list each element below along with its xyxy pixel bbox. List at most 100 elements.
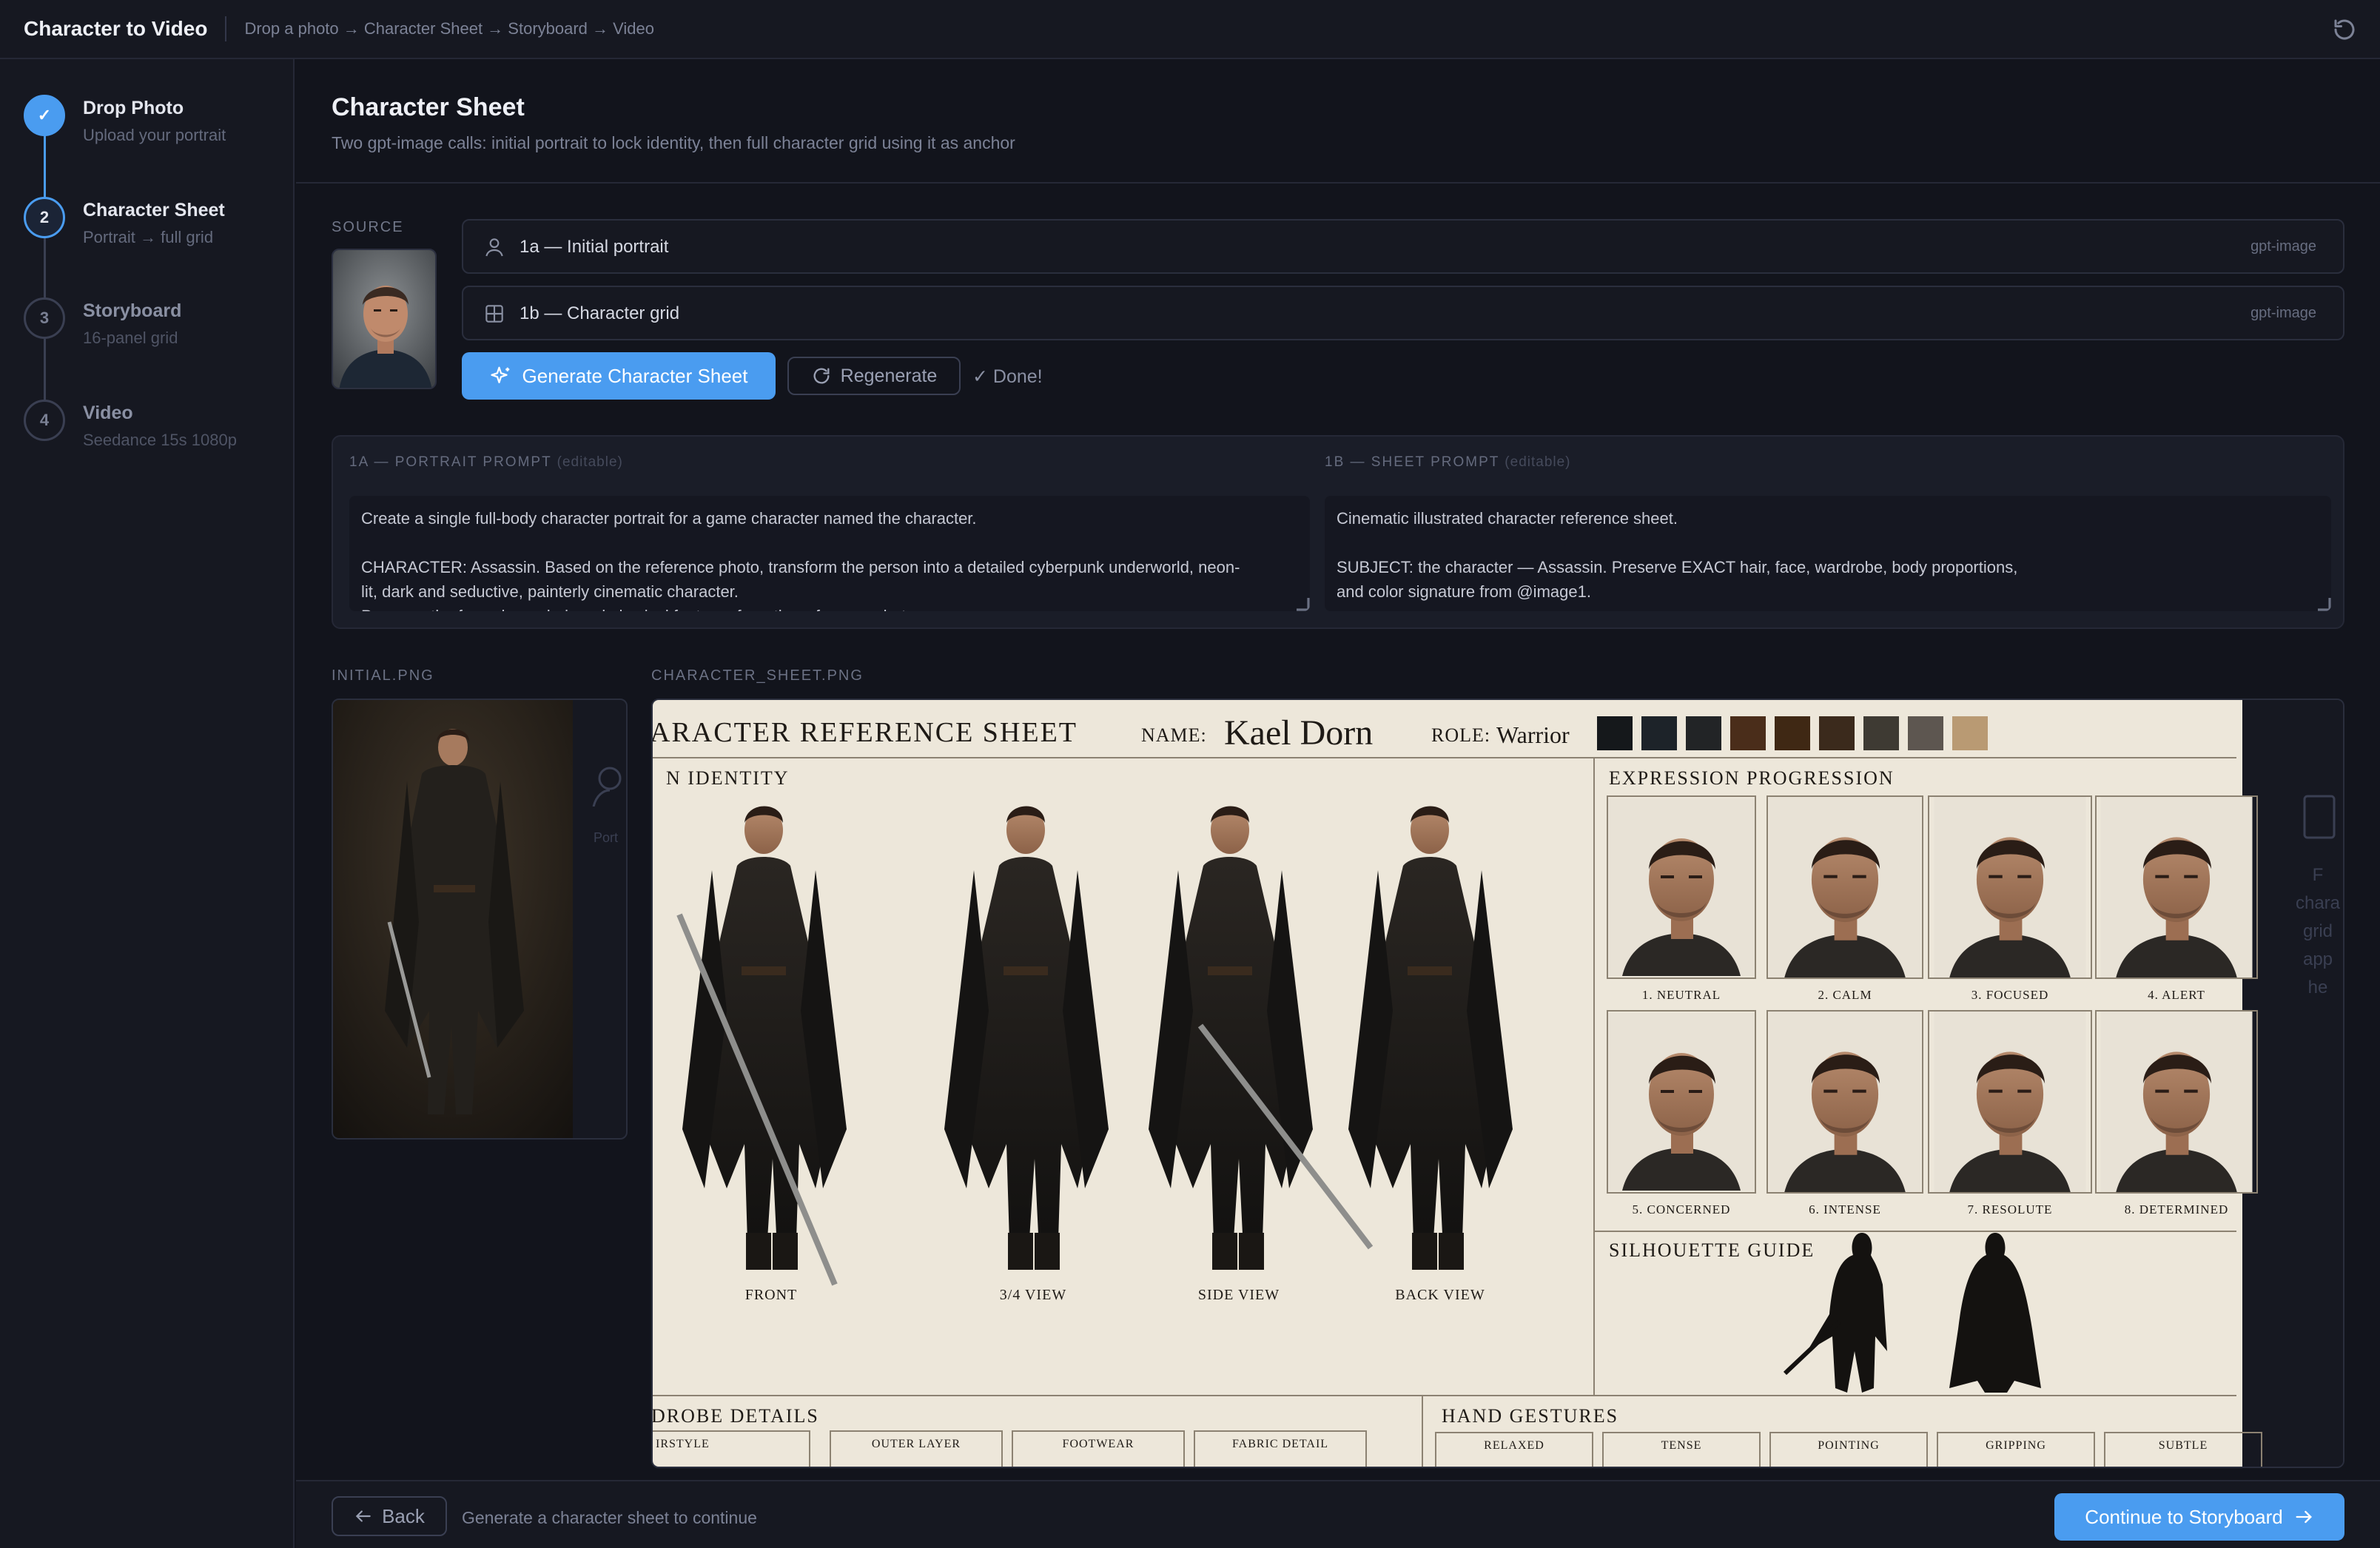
wardrobe-label: FABRIC DETAIL	[1232, 1438, 1328, 1450]
expression-label: 6. INTENSE	[1809, 1202, 1881, 1216]
initial-image-label: INITIAL.PNG	[332, 667, 434, 684]
generation-label: 1b — Character grid	[520, 303, 680, 323]
step-drop-photo[interactable]: ✓ Drop Photo Upload your portrait	[0, 95, 295, 184]
character-sheet-panel[interactable]: ARACTER REFERENCE SHEET NAME: Kael Dorn …	[651, 699, 2344, 1468]
identity-title: N IDENTITY	[666, 767, 790, 789]
expression-portrait	[1769, 1011, 1921, 1193]
app-title: Character to Video	[24, 17, 208, 40]
placeholder-text: Port	[594, 830, 619, 845]
resize-handle-icon[interactable]	[1292, 593, 1310, 611]
step-subtitle: Seedance 15s 1080p	[83, 431, 237, 449]
step-character-sheet[interactable]: 2 Character Sheet Portrait → full grid	[0, 197, 295, 286]
user-icon	[485, 238, 503, 257]
model-badge: gpt-image	[2250, 238, 2316, 255]
expression-portrait	[1769, 796, 1921, 978]
sheet-prompt-panel: 1B — SHEET PROMPT (editable) Cinematic i…	[1308, 437, 2344, 630]
gesture-label: GRIPPING	[1986, 1439, 2046, 1452]
expression-label: 1. NEUTRAL	[1642, 988, 1721, 1002]
portrait-prompt-text: Create a single full-body character port…	[361, 509, 1240, 611]
step-video[interactable]: 4 Video Seedance 15s 1080p	[0, 400, 295, 488]
view-label: SIDE VIEW	[1198, 1287, 1280, 1303]
color-swatch	[1641, 716, 1677, 750]
breadcrumb: Drop a photo → Character Sheet → Storybo…	[244, 19, 655, 38]
back-button-label: Back	[382, 1504, 425, 1527]
editable-tag: (editable)	[557, 454, 623, 470]
gestures-title: HAND GESTURES	[1442, 1405, 1618, 1427]
initial-portrait-image	[333, 700, 573, 1138]
character-sheet-image: ARACTER REFERENCE SHEET NAME: Kael Dorn …	[653, 700, 2343, 1467]
placeholder-text: he	[2308, 977, 2328, 997]
continue-button-label: Continue to Storyboard	[2085, 1505, 2283, 1528]
source-photo-thumbnail[interactable]	[332, 249, 437, 389]
portrait-prompt-panel: 1A — PORTRAIT PROMPT (editable) Create a…	[333, 437, 1322, 630]
sheet-prompt-textarea[interactable]: Cinematic illustrated character referenc…	[1325, 496, 2331, 611]
sparkle-icon	[490, 366, 509, 383]
expression-label: 8. DETERMINED	[2125, 1202, 2228, 1216]
gesture-label: POINTING	[1818, 1439, 1880, 1452]
gesture-label: RELAXED	[1484, 1439, 1544, 1452]
color-swatches	[1597, 716, 1988, 750]
arrow-left-icon	[355, 1510, 371, 1522]
color-swatch	[1686, 716, 1721, 750]
wardrobe-title: DROBE DETAILS	[653, 1405, 819, 1427]
generate-character-sheet-button[interactable]: Generate Character Sheet	[462, 352, 776, 400]
editable-tag: (editable)	[1505, 454, 1571, 470]
expression-portrait	[1607, 798, 1755, 976]
step-number: 4	[24, 400, 65, 441]
placeholder-text: chara	[2296, 893, 2341, 913]
step-storyboard[interactable]: 3 Storyboard 16-panel grid	[0, 297, 295, 386]
sheet-name-label: NAME:	[1141, 724, 1207, 746]
generation-label: 1a — Initial portrait	[520, 237, 669, 257]
prompt-label-text: 1A — PORTRAIT PROMPT	[349, 454, 552, 470]
color-swatch	[1775, 716, 1810, 750]
step-sidebar: ✓ Drop Photo Upload your portrait 2 Char…	[0, 59, 295, 1548]
arrow-right-icon	[2296, 1510, 2312, 1524]
wardrobe-label: IRSTYLE	[656, 1438, 710, 1450]
step-subtitle: Upload your portrait	[83, 126, 226, 144]
generation-row-grid: 1b — Character grid gpt-image	[462, 286, 2344, 340]
main-panel: Character Sheet Two gpt-image calls: ini…	[296, 59, 2380, 1548]
prompt-label-text: 1B — SHEET PROMPT	[1325, 454, 1500, 470]
user-icon	[592, 767, 622, 807]
title-divider	[225, 16, 227, 41]
page-subtitle: Two gpt-image calls: initial portrait to…	[332, 133, 1015, 152]
step-subtitle: Portrait → full grid	[83, 228, 214, 246]
color-swatch	[1597, 716, 1633, 750]
color-swatch	[1730, 716, 1766, 750]
sheet-prompt-label: 1B — SHEET PROMPT (editable)	[1325, 454, 1571, 471]
page-header: Character Sheet Two gpt-image calls: ini…	[296, 59, 2380, 184]
sheet-role-label: ROLE:	[1431, 724, 1490, 746]
step-title: Character Sheet	[83, 200, 225, 221]
portrait-prompt-label: 1A — PORTRAIT PROMPT (editable)	[349, 454, 623, 471]
expression-label: 3. FOCUSED	[1971, 988, 2048, 1002]
expression-label: 4. ALERT	[2148, 988, 2205, 1002]
expression-portrait	[2100, 796, 2253, 978]
resize-handle-icon[interactable]	[2313, 593, 2331, 611]
sheet-image-label: CHARACTER_SHEET.PNG	[651, 667, 864, 684]
continue-to-storyboard-button[interactable]: Continue to Storyboard	[2054, 1493, 2344, 1541]
gesture-label: SUBTLE	[2159, 1439, 2208, 1452]
regenerate-button[interactable]: Regenerate	[787, 357, 961, 395]
initial-image-panel[interactable]: Port	[332, 699, 628, 1140]
wardrobe-label: OUTER LAYER	[872, 1438, 961, 1450]
portrait-prompt-textarea[interactable]: Create a single full-body character port…	[349, 496, 1310, 611]
footer-bar: Back Generate a character sheet to conti…	[296, 1480, 2380, 1548]
reset-icon[interactable]	[2331, 16, 2358, 43]
source-label: SOURCE	[332, 219, 404, 235]
sheet-prompt-text: Cinematic illustrated character referenc…	[1337, 509, 2018, 601]
expression-label: 2. CALM	[1818, 988, 1872, 1002]
expression-portrait	[2100, 1011, 2253, 1193]
portrait-image	[333, 250, 435, 388]
regenerate-button-label: Regenerate	[840, 365, 938, 386]
gesture-label: TENSE	[1661, 1439, 1702, 1452]
wardrobe-label: FOOTWEAR	[1063, 1438, 1134, 1450]
generation-row-portrait: 1a — Initial portrait gpt-image	[462, 219, 2344, 274]
back-button[interactable]: Back	[332, 1496, 447, 1536]
status-done: ✓ Done!	[972, 366, 1043, 387]
step-number: 3	[24, 297, 65, 339]
color-swatch	[1952, 716, 1988, 750]
placeholder-text: grid	[2303, 921, 2333, 941]
expression-label: 7. RESOLUTE	[1968, 1202, 2053, 1216]
color-swatch	[1819, 716, 1855, 750]
step-subtitle: 16-panel grid	[83, 329, 178, 347]
